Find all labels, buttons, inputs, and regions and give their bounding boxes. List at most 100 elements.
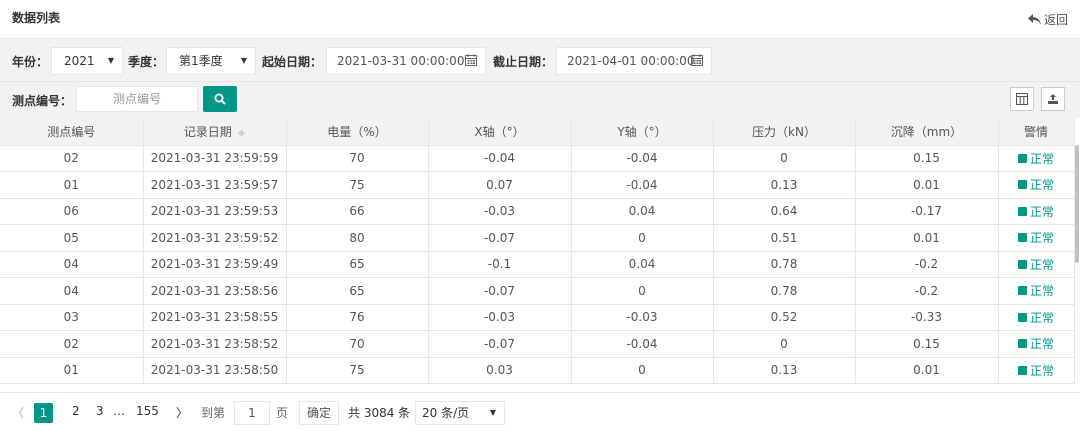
- status-square-icon: [1017, 153, 1027, 163]
- end-date-input[interactable]: 2021-04-01 00:00:00: [556, 47, 712, 75]
- table-cell: 06: [0, 198, 144, 225]
- table-cell: 2021-03-31 23:59:57: [143, 171, 287, 199]
- table-cell: 0.01: [855, 224, 999, 252]
- status-label: 正常: [1029, 151, 1054, 166]
- alarm-cell: 正常: [998, 171, 1075, 199]
- table-cell: 2021-03-31 23:58:52: [143, 330, 287, 358]
- table-cell: 03: [0, 304, 144, 331]
- column-header[interactable]: 测点编号: [0, 118, 144, 146]
- table-cell: -0.17: [855, 198, 999, 225]
- column-header[interactable]: 警情: [998, 118, 1075, 146]
- table-cell: -0.03: [571, 304, 714, 331]
- year-select[interactable]: 2021 ▼: [51, 47, 123, 75]
- table-cell: 2021-03-31 23:58:56: [143, 277, 287, 305]
- alarm-cell: 正常: [998, 198, 1075, 225]
- page-current[interactable]: 1: [34, 403, 53, 423]
- goto-confirm-button[interactable]: 确定: [299, 401, 339, 425]
- column-header[interactable]: 电量（%）: [286, 118, 429, 146]
- column-header-record-date[interactable]: 记录日期 ≑: [143, 118, 287, 146]
- page-ellipsis: …: [113, 404, 125, 418]
- status-square-icon: [1017, 286, 1027, 296]
- table-row[interactable]: 01 2021-03-31 23:59:57 75 0.07 -0.04 0.13 0.01…: [0, 171, 1075, 199]
- table-cell: 0.01: [855, 357, 999, 384]
- table-cell: 66: [286, 198, 429, 225]
- end-date-value: 2021-04-01 00:00:00: [567, 54, 695, 68]
- column-header[interactable]: 沉降（mm）: [855, 118, 999, 146]
- total-count: 共 3084 条: [348, 406, 411, 420]
- table-cell: 04: [0, 277, 144, 305]
- table-cell: 76: [286, 304, 429, 331]
- status-badge: 正常: [1017, 176, 1054, 193]
- alarm-cell: 正常: [998, 357, 1075, 384]
- status-label: 正常: [1029, 284, 1054, 299]
- table-cell: 01: [0, 171, 144, 199]
- table-cell: 0: [571, 224, 714, 252]
- status-badge: 正常: [1017, 335, 1054, 352]
- prev-page-button[interactable]: 〈: [12, 404, 24, 421]
- scroll-thumb[interactable]: [1075, 145, 1079, 263]
- table-scrollbar[interactable]: [1075, 145, 1079, 392]
- reply-icon: [1027, 14, 1041, 25]
- page-link[interactable]: 2: [72, 404, 80, 418]
- start-date-input[interactable]: 2021-03-31 00:00:00: [326, 47, 486, 75]
- table-row[interactable]: 04 2021-03-31 23:59:49 65 -0.1 0.04 0.78 -0.2 正…: [0, 251, 1075, 278]
- status-label: 正常: [1029, 178, 1054, 193]
- station-id-input[interactable]: 测点编号: [76, 86, 198, 112]
- alarm-cell: 正常: [998, 251, 1075, 278]
- table-row[interactable]: 02 2021-03-31 23:59:59 70 -0.04 -0.04 0 0.15 正常: [0, 145, 1075, 172]
- table-cell: 0.04: [571, 251, 714, 278]
- back-label: 返回: [1043, 13, 1068, 27]
- goto-label: 到第: [201, 406, 226, 420]
- page-link[interactable]: 3: [96, 404, 104, 418]
- column-filter-button[interactable]: [1010, 87, 1034, 111]
- status-square-icon: [1017, 180, 1027, 190]
- table-row[interactable]: 04 2021-03-31 23:58:56 65 -0.07 0 0.78 -0.2 正常: [0, 277, 1075, 305]
- table-cell: 2021-03-31 23:58:55: [143, 304, 287, 331]
- table-row[interactable]: 03 2021-03-31 23:58:55 76 -0.03 -0.03 0.52 -0.…: [0, 304, 1075, 331]
- goto-page-input[interactable]: 1: [234, 401, 270, 425]
- season-select[interactable]: 第1季度 ▼: [166, 47, 256, 75]
- table-row[interactable]: 06 2021-03-31 23:59:53 66 -0.03 0.04 0.64 -0.1…: [0, 198, 1075, 225]
- column-header[interactable]: X轴（°）: [428, 118, 572, 146]
- search-bar: 测点编号： 测点编号: [0, 82, 1080, 118]
- table-row[interactable]: 05 2021-03-31 23:59:52 80 -0.07 0 0.51 0.01 正常: [0, 224, 1075, 252]
- table-cell: 80: [286, 224, 429, 252]
- chevron-down-icon: ▼: [107, 56, 114, 65]
- table-cell: -0.07: [428, 277, 572, 305]
- sort-icon[interactable]: ≑: [238, 129, 246, 139]
- back-button[interactable]: 返回: [1027, 11, 1068, 28]
- status-square-icon: [1017, 365, 1027, 375]
- status-square-icon: [1017, 233, 1027, 243]
- next-page-button[interactable]: 〉: [176, 404, 188, 421]
- chevron-down-icon: ▼: [489, 408, 496, 417]
- page-link-last[interactable]: 155: [136, 404, 159, 418]
- table-cell: 0.03: [428, 357, 572, 384]
- chevron-down-icon: ▼: [240, 56, 247, 65]
- export-button[interactable]: [1041, 87, 1065, 111]
- table-cell: 75: [286, 357, 429, 384]
- table-cell: 0.07: [428, 171, 572, 199]
- end-date-label: 截止日期：: [493, 55, 554, 69]
- table-row[interactable]: 01 2021-03-31 23:58:50 75 0.03 0 0.13 0.01 正常: [0, 357, 1075, 384]
- table-cell: 02: [0, 330, 144, 358]
- station-id-placeholder: 测点编号: [112, 92, 161, 106]
- table-cell: -0.07: [428, 330, 572, 358]
- table-cell: -0.1: [428, 251, 572, 278]
- page-size-select[interactable]: 20 条/页 ▼: [415, 401, 505, 425]
- column-header[interactable]: 压力（kN）: [713, 118, 856, 146]
- table-row[interactable]: 02 2021-03-31 23:58:52 70 -0.07 -0.04 0 0.15 正常: [0, 330, 1075, 358]
- season-label: 季度：: [128, 55, 165, 69]
- alarm-cell: 正常: [998, 330, 1075, 358]
- top-bar: 数据列表 返回: [0, 0, 1080, 39]
- table-cell: -0.07: [428, 224, 572, 252]
- pagination: 〈 1 2 3 … 155 〉 到第 1 页 确定 共 3084 条 20 条/…: [0, 392, 1080, 431]
- table-cell: 0.78: [713, 277, 856, 305]
- page-title: 数据列表: [12, 11, 61, 25]
- table-cell: 05: [0, 224, 144, 252]
- search-button[interactable]: [203, 86, 237, 112]
- table-cell: 0.13: [713, 357, 856, 384]
- calendar-icon: [691, 54, 703, 66]
- table-cell: 2021-03-31 23:59:52: [143, 224, 287, 252]
- status-square-icon: [1017, 339, 1027, 349]
- column-header[interactable]: Y轴（°）: [571, 118, 714, 146]
